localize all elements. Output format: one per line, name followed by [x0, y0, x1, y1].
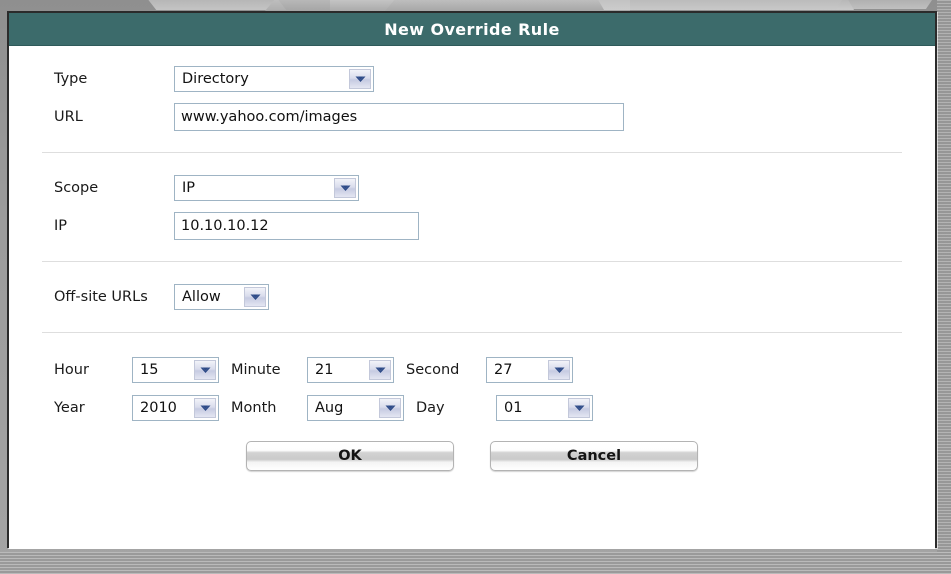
- scope-label: Scope: [54, 180, 99, 196]
- hour-select[interactable]: 15: [132, 357, 219, 383]
- url-label: URL: [54, 109, 83, 125]
- chevron-down-icon[interactable]: [194, 398, 216, 418]
- year-select-value: 2010: [140, 400, 177, 416]
- chevron-down-icon[interactable]: [369, 360, 391, 380]
- form-row-date: Year 2010 Month Aug Day 01: [9, 389, 935, 427]
- url-input[interactable]: [174, 103, 624, 131]
- dialog-titlebar: New Override Rule: [9, 13, 935, 46]
- backdrop-shape: [835, 0, 935, 9]
- second-label: Second: [406, 362, 460, 378]
- day-select[interactable]: 01: [496, 395, 593, 421]
- type-select[interactable]: Directory: [174, 66, 374, 92]
- scope-select-value: IP: [182, 180, 196, 196]
- form-row-url: URL: [9, 98, 935, 136]
- new-override-rule-dialog: New Override Rule Type Directory URL Sco…: [7, 11, 937, 549]
- year-label: Year: [54, 400, 85, 416]
- second-select-value: 27: [494, 362, 513, 378]
- month-select-value: Aug: [315, 400, 344, 416]
- chevron-down-icon[interactable]: [548, 360, 570, 380]
- month-label: Month: [231, 400, 277, 416]
- ip-input[interactable]: [174, 212, 419, 240]
- chevron-down-icon[interactable]: [334, 178, 356, 198]
- cancel-button[interactable]: Cancel: [490, 441, 698, 471]
- ok-button[interactable]: OK: [246, 441, 454, 471]
- chevron-down-icon[interactable]: [244, 287, 266, 307]
- minute-label: Minute: [231, 362, 281, 378]
- minute-select[interactable]: 21: [307, 357, 394, 383]
- backdrop-shape: [330, 0, 630, 11]
- backdrop-stripes-bottom: [0, 552, 951, 574]
- year-select[interactable]: 2010: [132, 395, 219, 421]
- form-row-time: Hour 15 Minute 21 Second 27: [9, 351, 935, 389]
- form-row-type: Type Directory: [9, 60, 935, 98]
- second-select[interactable]: 27: [486, 357, 573, 383]
- backdrop-shape: [143, 0, 287, 10]
- override-rule-form: Type Directory URL Scope IP: [9, 46, 935, 549]
- month-select[interactable]: Aug: [307, 395, 404, 421]
- hour-label: Hour: [54, 362, 89, 378]
- dialog-button-bar: OK Cancel: [9, 441, 935, 471]
- form-row-ip: IP: [9, 207, 935, 245]
- backdrop-stripes-right: [937, 0, 951, 574]
- offsite-select-value: Allow: [182, 289, 221, 305]
- day-label: Day: [416, 400, 445, 416]
- chevron-down-icon[interactable]: [349, 69, 371, 89]
- day-select-value: 01: [504, 400, 523, 416]
- backdrop-shape: [595, 0, 855, 10]
- chevron-down-icon[interactable]: [379, 398, 401, 418]
- type-label: Type: [54, 71, 88, 87]
- offsite-label: Off-site URLs: [54, 289, 148, 305]
- ip-label: IP: [54, 218, 68, 234]
- type-select-value: Directory: [182, 71, 249, 87]
- scope-select[interactable]: IP: [174, 175, 359, 201]
- form-row-offsite: Off-site URLs Allow: [9, 278, 935, 316]
- chevron-down-icon[interactable]: [194, 360, 216, 380]
- form-row-scope: Scope IP: [9, 169, 935, 207]
- dialog-title: New Override Rule: [384, 19, 560, 39]
- minute-select-value: 21: [315, 362, 334, 378]
- hour-select-value: 15: [140, 362, 159, 378]
- offsite-urls-select[interactable]: Allow: [174, 284, 269, 310]
- chevron-down-icon[interactable]: [568, 398, 590, 418]
